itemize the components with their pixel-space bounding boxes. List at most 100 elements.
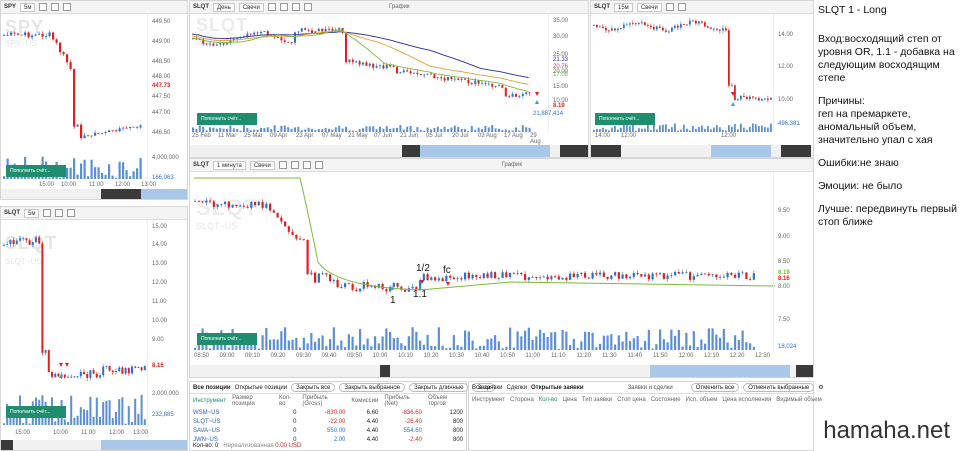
slqt-1m-chart-panel[interactable]: SLQT 1 минута Свечи График SLQT SLQT~US … — [189, 158, 814, 378]
crosshair-icon[interactable] — [290, 161, 299, 169]
order-col[interactable]: Стоп цена — [617, 397, 646, 403]
col-net[interactable]: Прибыль (Net) — [381, 394, 425, 408]
volume-bar — [546, 336, 549, 350]
col-volume[interactable]: Объем торгов — [425, 394, 466, 408]
timeframe-select[interactable]: 15м — [614, 2, 633, 12]
fill-account-button[interactable]: Пополнить счёт... — [197, 333, 257, 345]
order-col[interactable]: Сторона — [510, 397, 534, 403]
drawing-icon[interactable] — [63, 3, 72, 11]
table-row[interactable]: WSM~US 0 -830.00 6.60 -836.60 1200 — [190, 408, 466, 417]
candle-body — [474, 80, 477, 85]
chart-type-icon[interactable] — [43, 209, 52, 217]
cursor-icon[interactable] — [267, 3, 276, 11]
scroll-thumb-right[interactable] — [796, 365, 813, 377]
fill-account-button[interactable]: Пополнить счёт... — [595, 113, 655, 125]
table-row[interactable]: SLQT~US 0 -22.00 4.40 -26.40 800 — [190, 417, 466, 426]
scroll-thumb[interactable] — [402, 145, 420, 157]
scroll-thumb[interactable] — [101, 189, 141, 199]
slqt-5m-chart-panel[interactable]: SLQT 5м SLQT SLQT~US 15.00 14.00 13.00 1… — [0, 206, 188, 451]
chart-scrollbar[interactable] — [190, 145, 588, 157]
indicators-icon[interactable] — [314, 161, 323, 169]
volume-bar — [59, 177, 62, 179]
slqt-day-chart-panel[interactable]: SLQT День Свечи График SLQT SLQT~US 35.0… — [189, 0, 589, 158]
chart-scrollbar[interactable] — [1, 440, 187, 450]
chart-scrollbar[interactable] — [591, 145, 813, 157]
symbol-label[interactable]: SPY — [4, 4, 16, 10]
trendline-icon[interactable] — [677, 3, 686, 11]
scroll-thumb-right[interactable] — [781, 145, 811, 157]
scroll-thumb-right[interactable] — [560, 145, 588, 157]
volume-bar — [265, 327, 268, 350]
volume-bar — [290, 128, 293, 132]
indicators-icon[interactable] — [55, 209, 64, 217]
candle-body — [713, 28, 715, 30]
candle-body — [413, 72, 415, 74]
indicators-icon[interactable] — [51, 3, 60, 11]
order-col[interactable]: Цена исполнения — [722, 397, 771, 403]
tab-all-orders[interactable]: Все заявки — [472, 385, 503, 391]
order-col[interactable]: Кол-во — [539, 397, 558, 403]
order-col[interactable]: Видимый объем — [776, 397, 821, 403]
symbol-label[interactable]: SLQT — [4, 210, 20, 216]
symbol-label[interactable]: SLQT — [193, 4, 209, 10]
fill-account-button[interactable]: Пополнить счёт... — [6, 406, 66, 418]
cancel-all-button[interactable]: Отменить все — [690, 383, 740, 392]
x-tick: 09:50 — [347, 353, 363, 359]
tab-open-positions[interactable]: Открытые позиции — [235, 385, 288, 391]
crosshair-icon[interactable] — [279, 3, 288, 11]
order-col[interactable]: Цена — [562, 397, 576, 403]
chart-type-select[interactable]: Свечи — [636, 2, 662, 12]
symbol-label[interactable]: SLQT — [594, 4, 610, 10]
drawing-icon[interactable] — [67, 209, 76, 217]
trendline-icon[interactable] — [302, 161, 311, 169]
trendline-icon[interactable] — [291, 3, 300, 11]
scroll-thumb[interactable] — [591, 145, 621, 157]
fill-account-button[interactable]: Пополнить счёт... — [197, 113, 257, 125]
volume-bar — [392, 338, 395, 350]
volume-bar — [202, 126, 205, 132]
timeframe-select[interactable]: 5м — [20, 2, 36, 12]
candle-body — [283, 40, 286, 42]
order-col[interactable]: Состояние — [651, 397, 681, 403]
timeframe-select[interactable]: День — [213, 2, 235, 12]
timeframe-select[interactable]: 5м — [24, 208, 40, 218]
timeframe-select[interactable]: 1 минута — [213, 160, 246, 170]
candle-body — [482, 273, 485, 278]
tab-all-positions[interactable]: Все позиции — [193, 385, 231, 391]
indicators-icon[interactable] — [303, 3, 312, 11]
candle-body — [201, 201, 204, 203]
volume-bar — [426, 334, 429, 350]
symbol-label[interactable]: SLQT — [193, 162, 209, 168]
chart-scrollbar[interactable] — [190, 365, 813, 377]
close-selected-button[interactable]: Закрыть выбранное — [339, 383, 406, 392]
col-commission[interactable]: Комиссии — [348, 394, 381, 408]
candle-body — [580, 272, 583, 275]
settings-icon[interactable]: ⚙ — [818, 384, 823, 391]
chart-type-select[interactable]: Свечи — [238, 2, 264, 12]
table-row[interactable]: SAVA~US 0 550.00 4.40 554.60 800 — [190, 426, 466, 435]
cursor-icon[interactable] — [278, 161, 287, 169]
col-size[interactable]: Размер позиции — [229, 394, 276, 408]
chart-type-select[interactable]: Свечи — [249, 160, 275, 170]
order-col[interactable]: Исп. объем — [686, 397, 718, 403]
col-qty[interactable]: Кол-во — [276, 394, 299, 408]
tab-open-orders[interactable]: Открытые заявки — [531, 385, 584, 391]
slqt-15m-chart-panel[interactable]: SLQT 15м Свечи 14.00 12.00 10.00 496,381… — [590, 0, 814, 158]
close-all-button[interactable]: Закрыть все — [291, 383, 336, 392]
col-instrument[interactable]: Инструмент — [190, 394, 229, 408]
close-long-button[interactable]: Закрыть длинные — [409, 383, 469, 392]
order-col[interactable]: Тип заявки — [582, 397, 612, 403]
tab-trades[interactable]: Сделки — [507, 385, 527, 391]
volume-bar — [629, 125, 631, 132]
spy-chart-panel[interactable]: SPY 5м SPY SPY~US 449.50 449.00 448.50 4… — [0, 0, 188, 200]
chart-type-icon[interactable] — [39, 3, 48, 11]
scroll-thumb[interactable] — [1, 440, 13, 450]
cancel-selected-button[interactable]: Отменить выбранные — [743, 383, 815, 392]
chart-scrollbar[interactable] — [1, 189, 187, 199]
col-gross[interactable]: Прибыль (Gross) — [299, 394, 348, 408]
fill-account-button[interactable]: Пополнить счёт... — [6, 165, 66, 177]
order-col[interactable]: Инструмент — [472, 397, 505, 403]
candle-body — [470, 83, 473, 85]
scroll-thumb[interactable] — [380, 365, 390, 377]
cursor-icon[interactable] — [665, 3, 674, 11]
